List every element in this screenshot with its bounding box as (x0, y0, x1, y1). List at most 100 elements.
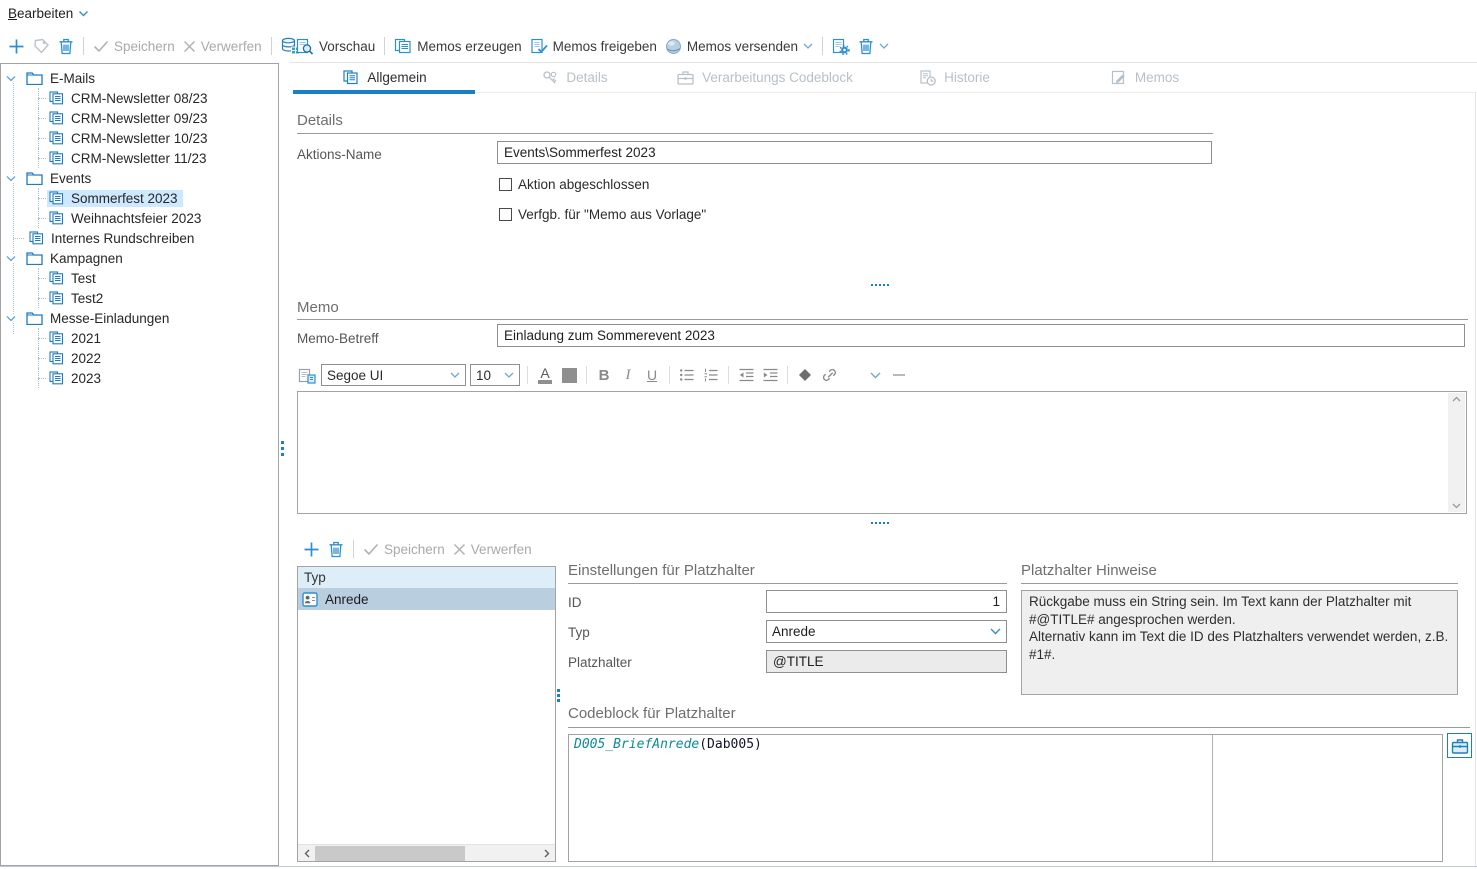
delete-memos-button[interactable] (854, 36, 893, 57)
tag-button[interactable] (29, 36, 54, 56)
tree-item-messe-einladungen[interactable]: Messe-Einladungen (1, 308, 278, 328)
aktions-name-input[interactable] (497, 141, 1212, 164)
section-splitter-grip[interactable] (871, 522, 889, 524)
table-column-header[interactable]: Typ (298, 567, 555, 588)
placeholder-hints-title: Platzhalter Hinweise (1021, 562, 1157, 579)
toolbar-separator (787, 366, 788, 384)
tree-item-label: Test2 (71, 291, 103, 306)
chevron-down-icon[interactable] (6, 75, 21, 82)
codeblock-tools-button[interactable] (1447, 733, 1472, 758)
save-placeholder-button[interactable]: Speichern (359, 540, 449, 559)
tab-verarbeitungs-codeblock[interactable]: Verarbeitungs Codeblock (670, 63, 860, 92)
add-button[interactable] (4, 36, 29, 57)
tree-item-test2[interactable]: Test2 (1, 288, 278, 308)
platzhalter-label: Platzhalter (568, 655, 632, 670)
menu-bearbeiten[interactable]: Bearbeiten (8, 6, 89, 21)
tree-item-e-mails[interactable]: E-Mails (1, 68, 278, 88)
codeblock-splitter-handle[interactable] (557, 689, 560, 702)
codeblock-editor[interactable]: D005_BriefAnrede(Dab005) (568, 734, 1443, 862)
bold-button[interactable]: B (594, 365, 614, 385)
hyperlink-button[interactable] (819, 365, 839, 385)
memo-icon (49, 151, 64, 165)
checkbox-memo-aus-vorlage[interactable]: Verfgb. für "Memo aus Vorlage" (499, 207, 706, 222)
font-name-select[interactable]: Segoe UI (321, 364, 466, 386)
insert-field-icon[interactable] (297, 365, 317, 385)
tree-item-2023[interactable]: 2023 (1, 368, 278, 388)
tree-item-2021[interactable]: 2021 (1, 328, 278, 348)
create-memos-button[interactable]: Memos erzeugen (390, 36, 525, 56)
checkbox-box[interactable] (499, 178, 512, 191)
tree-item-kampagnen[interactable]: Kampagnen (1, 248, 278, 268)
tree-item-sommerfest-2023[interactable]: Sommerfest 2023 (1, 188, 278, 208)
vertical-scrollbar[interactable] (1448, 393, 1465, 512)
sidebar-splitter-handle[interactable] (281, 441, 284, 456)
send-memos-label: Memos versenden (687, 39, 798, 54)
discard-placeholder-button[interactable]: Verwerfen (449, 540, 536, 559)
tab-allgemein[interactable]: Allgemein (290, 63, 480, 92)
chevron-down-icon[interactable] (6, 255, 21, 262)
font-name-value: Segoe UI (327, 368, 383, 383)
memo-betreff-input[interactable] (497, 324, 1465, 347)
chevron-down-icon[interactable] (6, 315, 21, 322)
memo-body-editor[interactable] (297, 391, 1467, 514)
more-options-button[interactable] (865, 365, 885, 385)
toolbar-separator (83, 37, 84, 55)
numbered-list-button[interactable] (701, 365, 721, 385)
typ-dropdown[interactable]: Anrede (766, 620, 1007, 643)
id-label: ID (568, 595, 582, 610)
font-size-select[interactable]: 10 (470, 364, 520, 386)
horizontal-scrollbar[interactable] (298, 844, 555, 861)
delete-placeholder-button[interactable] (324, 539, 348, 560)
highlight-color-button[interactable] (559, 365, 579, 385)
tree-item-weihnachtsfeier-2023[interactable]: Weihnachtsfeier 2023 (1, 208, 278, 228)
tree-item-crm-newsletter-09-23[interactable]: CRM-Newsletter 09/23 (1, 108, 278, 128)
scrollbar-thumb[interactable] (315, 846, 465, 861)
table-row-anrede[interactable]: Anrede (298, 588, 555, 610)
checkbox-aktion-abgeschlossen[interactable]: Aktion abgeschlossen (499, 177, 649, 192)
release-memos-label: Memos freigeben (553, 39, 657, 54)
memo-icon (49, 91, 64, 105)
discard-button[interactable]: Verwerfen (179, 37, 266, 56)
memo-icon (49, 191, 64, 205)
toolbar-separator (728, 366, 729, 384)
release-memos-button[interactable]: Memos freigeben (526, 36, 661, 56)
preview-label: Vorschau (319, 39, 375, 54)
tab-details[interactable]: Details (480, 63, 670, 92)
symbol-button[interactable] (795, 365, 815, 385)
collapse-toolbar-button[interactable] (889, 365, 909, 385)
save-button[interactable]: Speichern (89, 37, 179, 56)
outdent-button[interactable] (736, 365, 756, 385)
platzhalter-input[interactable] (766, 650, 1007, 673)
tree-item-crm-newsletter-11-23[interactable]: CRM-Newsletter 11/23 (1, 148, 278, 168)
tree-item-crm-newsletter-08-23[interactable]: CRM-Newsletter 08/23 (1, 88, 278, 108)
scroll-left-icon[interactable] (298, 849, 315, 858)
add-placeholder-button[interactable] (299, 539, 324, 560)
tab-memos[interactable]: Memos (1050, 63, 1240, 92)
chevron-down-icon (504, 372, 514, 378)
tree-item-label: Messe-Einladungen (50, 311, 169, 326)
tree-item-2022[interactable]: 2022 (1, 348, 278, 368)
scroll-right-icon[interactable] (538, 849, 555, 858)
underline-button[interactable]: U (642, 365, 662, 385)
tree-item-test[interactable]: Test (1, 268, 278, 288)
tab-historie[interactable]: Historie (860, 63, 1050, 92)
font-color-button[interactable]: A (535, 365, 555, 385)
bullet-list-button[interactable] (677, 365, 697, 385)
globe-icon (665, 38, 682, 54)
preview-button[interactable]: Vorschau (292, 36, 379, 57)
tree-item-events[interactable]: Events (1, 168, 278, 188)
delete-button[interactable] (54, 36, 78, 57)
tree-item-crm-newsletter-10-23[interactable]: CRM-Newsletter 10/23 (1, 128, 278, 148)
send-memos-button[interactable]: Memos versenden (661, 36, 817, 56)
tree-item-internes-rundschreiben[interactable]: Internes Rundschreiben (1, 228, 278, 248)
section-splitter-grip[interactable] (871, 284, 889, 286)
id-input[interactable] (766, 590, 1007, 613)
indent-button[interactable] (760, 365, 780, 385)
memo-settings-button[interactable] (828, 36, 854, 57)
tree-item-label: CRM-Newsletter 11/23 (71, 151, 207, 166)
chevron-down-icon[interactable] (6, 175, 21, 182)
checkbox-box[interactable] (499, 208, 512, 221)
italic-button[interactable]: I (618, 365, 638, 385)
section-divider (568, 727, 1470, 728)
check-icon (363, 543, 379, 556)
